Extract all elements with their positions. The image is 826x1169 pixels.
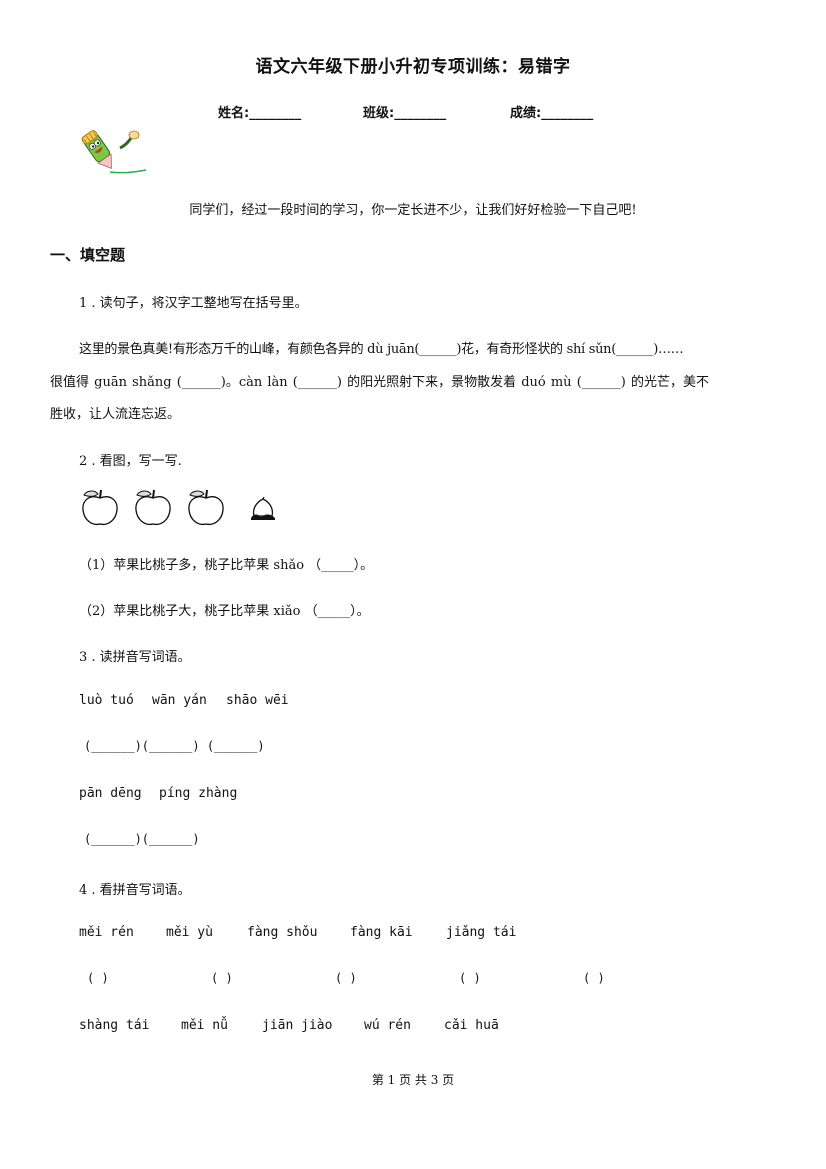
question-4-blank-3[interactable]: ( ) (335, 971, 357, 985)
question-3-pinyin-2: wān yán (152, 693, 207, 708)
question-2-item-2: （2）苹果比桃子大，桃子比苹果 xiǎo （_____）。 (79, 604, 370, 619)
question-4-pinyin-1: měi rén (79, 925, 134, 940)
question-3-pinyin-1: luò tuó (79, 693, 134, 708)
question-3-blanks-row-2[interactable]: (______)(______) (84, 832, 200, 846)
question-4-pinyin-5: jiǎng tái (446, 925, 517, 940)
question-4-pinyin-6: shàng tái (79, 1018, 150, 1033)
question-1-line-3: 胜收，让人流连忘返。 (50, 407, 181, 422)
score-field-label: 成绩:________ (510, 106, 594, 121)
page-title: 语文六年级下册小升初专项训练：易错字 (255, 57, 571, 77)
class-field-label: 班级:________ (363, 106, 447, 121)
section-heading-fill-blank: 一、填空题 (50, 246, 126, 264)
greeting-text: 同学们，经过一段时间的学习，你一定长进不少，让我们好好检验一下自己吧! (189, 203, 637, 218)
name-field-label: 姓名:________ (218, 106, 302, 121)
question-1-prompt: 1 . 读句子，将汉字工整地写在括号里。 (79, 296, 308, 311)
pencil-mascot-icon (81, 130, 147, 174)
question-4-blank-2[interactable]: ( ) (211, 971, 233, 985)
question-4-pinyin-2: měi yù (166, 925, 213, 940)
question-4-blank-1[interactable]: ( ) (87, 971, 109, 985)
question-4-pinyin-3: fàng shǒu (247, 925, 318, 940)
question-3-pinyin-5: píng zhàng (159, 786, 238, 801)
question-3-pinyin-3: shāo wēi (226, 693, 289, 708)
page-number-footer: 第 1 页 共 3 页 (371, 1073, 455, 1087)
question-1-line-2: 很值得 guān shǎng (______)。càn làn (______)… (50, 375, 709, 390)
question-3-pinyin-4: pān dēng (79, 786, 142, 801)
question-4-pinyin-7: měi nǚ (181, 1018, 228, 1033)
question-4-pinyin-4: fàng kāi (350, 925, 413, 940)
peach-icon (251, 496, 275, 520)
apple-icon (82, 489, 118, 526)
question-1-line-1: 这里的景色真美!有形态万千的山峰，有颜色各异的 dù juān(______)花… (79, 342, 684, 357)
question-4-pinyin-10: cǎi huā (444, 1018, 499, 1033)
question-4-prompt: 4 . 看拼音写词语。 (79, 883, 191, 898)
question-4-pinyin-8: jiān jiào (262, 1018, 333, 1033)
question-4-blank-5[interactable]: ( ) (583, 971, 605, 985)
question-2-prompt: 2 . 看图，写一写. (79, 454, 182, 469)
question-3-prompt: 3 . 读拼音写词语。 (79, 650, 191, 665)
question-4-pinyin-9: wú rén (364, 1018, 411, 1033)
question-2-item-1: （1）苹果比桃子多，桃子比苹果 shǎo （_____）。 (79, 558, 374, 573)
question-4-blank-4[interactable]: ( ) (459, 971, 481, 985)
apple-icon (188, 489, 224, 526)
question-3-blanks-row-1[interactable]: (______)(______) (______) (84, 739, 265, 753)
apple-icon (135, 489, 171, 526)
